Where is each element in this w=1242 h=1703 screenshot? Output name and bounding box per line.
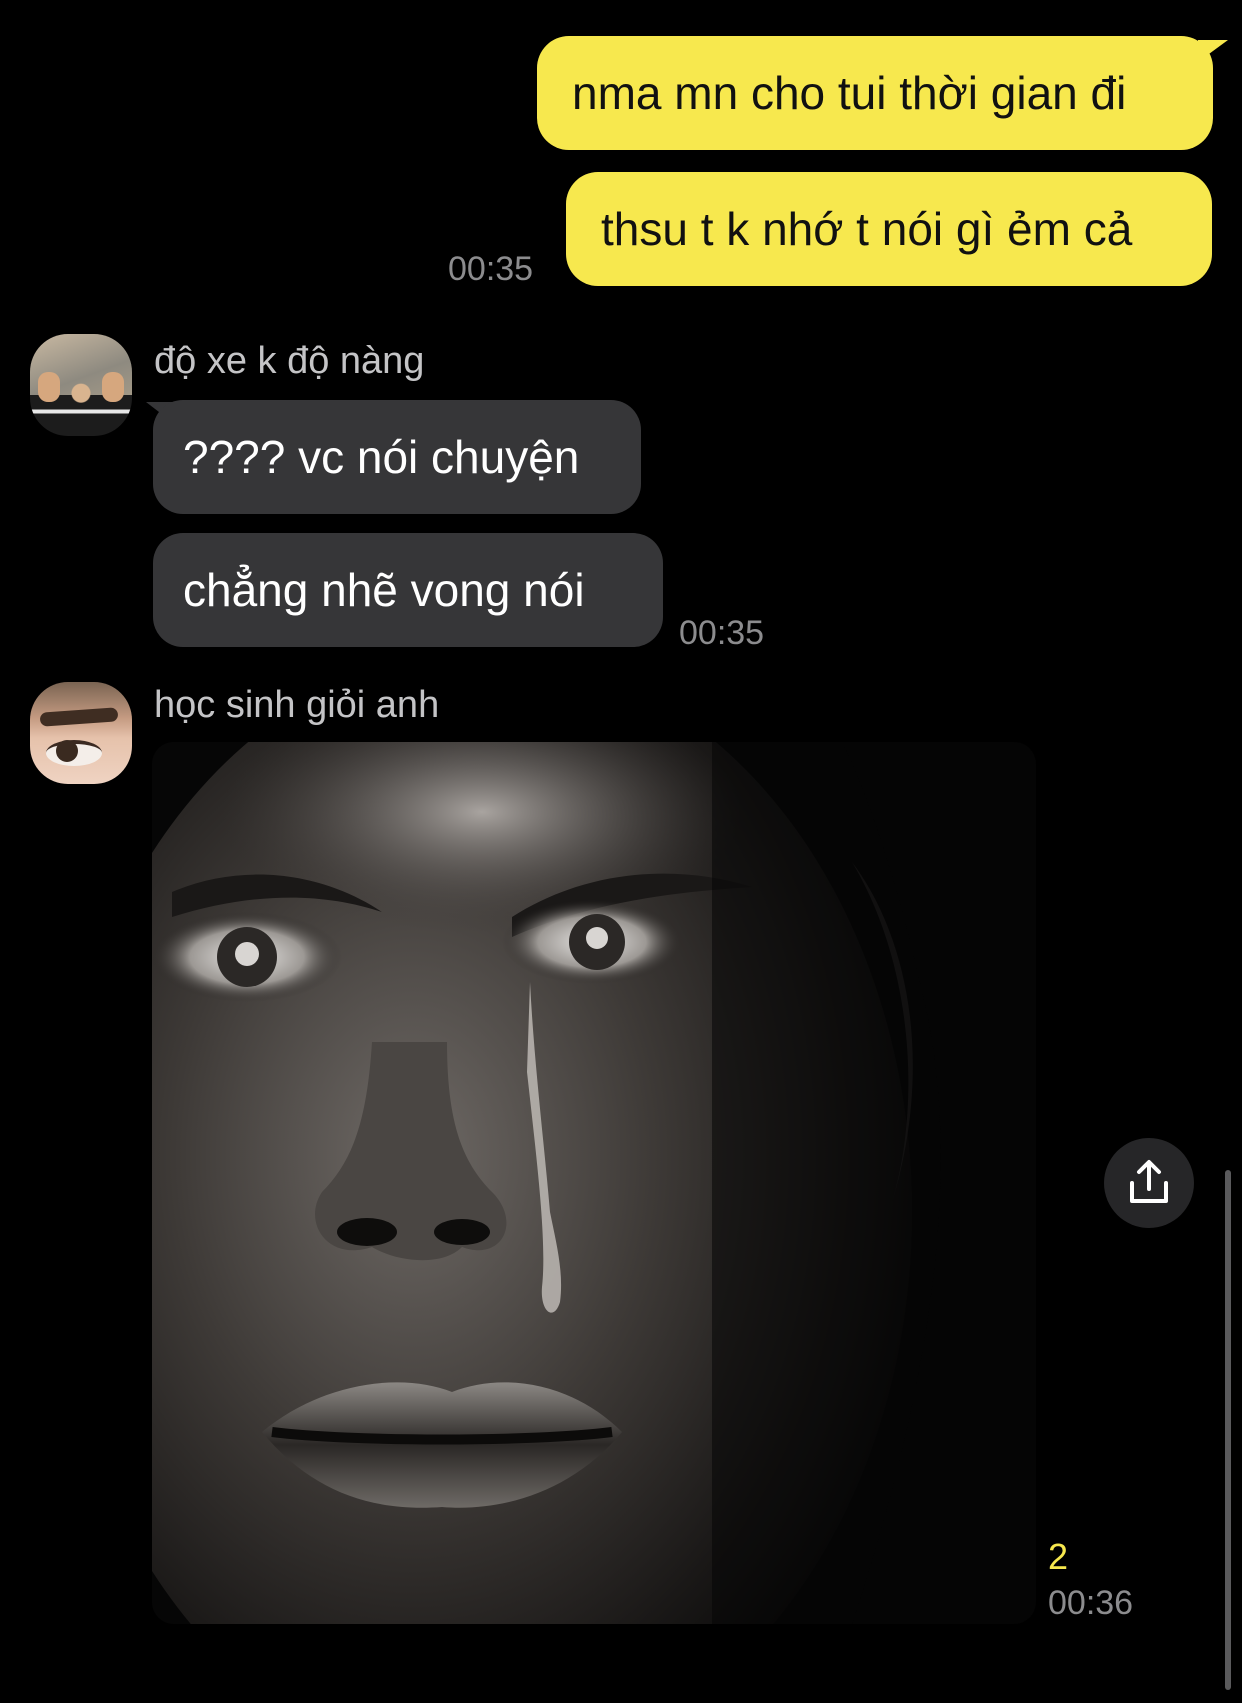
iris — [56, 740, 78, 762]
photo-message[interactable] — [152, 742, 1036, 1624]
avatar[interactable] — [30, 682, 132, 784]
read-count: 2 — [1048, 1536, 1069, 1577]
message-text: chẳng nhẽ vong nói — [183, 564, 585, 616]
outgoing-message-bubble[interactable]: thsu t k nhớ t nói gì ẻm cả — [566, 172, 1212, 286]
sender-name: độ xe k độ nàng — [154, 340, 425, 382]
incoming-message-bubble[interactable]: ???? vc nói chuyện — [153, 400, 641, 514]
sender-name: học sinh giỏi anh — [154, 684, 440, 726]
message-text: ???? vc nói chuyện — [183, 431, 580, 483]
message-text: thsu t k nhớ t nói gì ẻm cả — [601, 203, 1133, 255]
message-timestamp: 00:35 — [448, 250, 534, 288]
outgoing-message-bubble[interactable]: nma mn cho tui thời gian đi — [537, 36, 1213, 150]
incoming-message-bubble[interactable]: chẳng nhẽ vong nói — [153, 533, 663, 647]
message-text: nma mn cho tui thời gian đi — [572, 67, 1127, 119]
share-icon — [1130, 1160, 1168, 1203]
avatar[interactable] — [30, 334, 132, 436]
message-timestamp: 00:35 — [679, 614, 765, 652]
crying-face-image — [152, 742, 1036, 1624]
share-button[interactable] — [1104, 1138, 1194, 1228]
scrollbar[interactable] — [1225, 1170, 1231, 1690]
bubble-tail — [1198, 40, 1228, 62]
message-timestamp: 00:36 — [1048, 1584, 1134, 1622]
eyebrow — [39, 707, 119, 727]
